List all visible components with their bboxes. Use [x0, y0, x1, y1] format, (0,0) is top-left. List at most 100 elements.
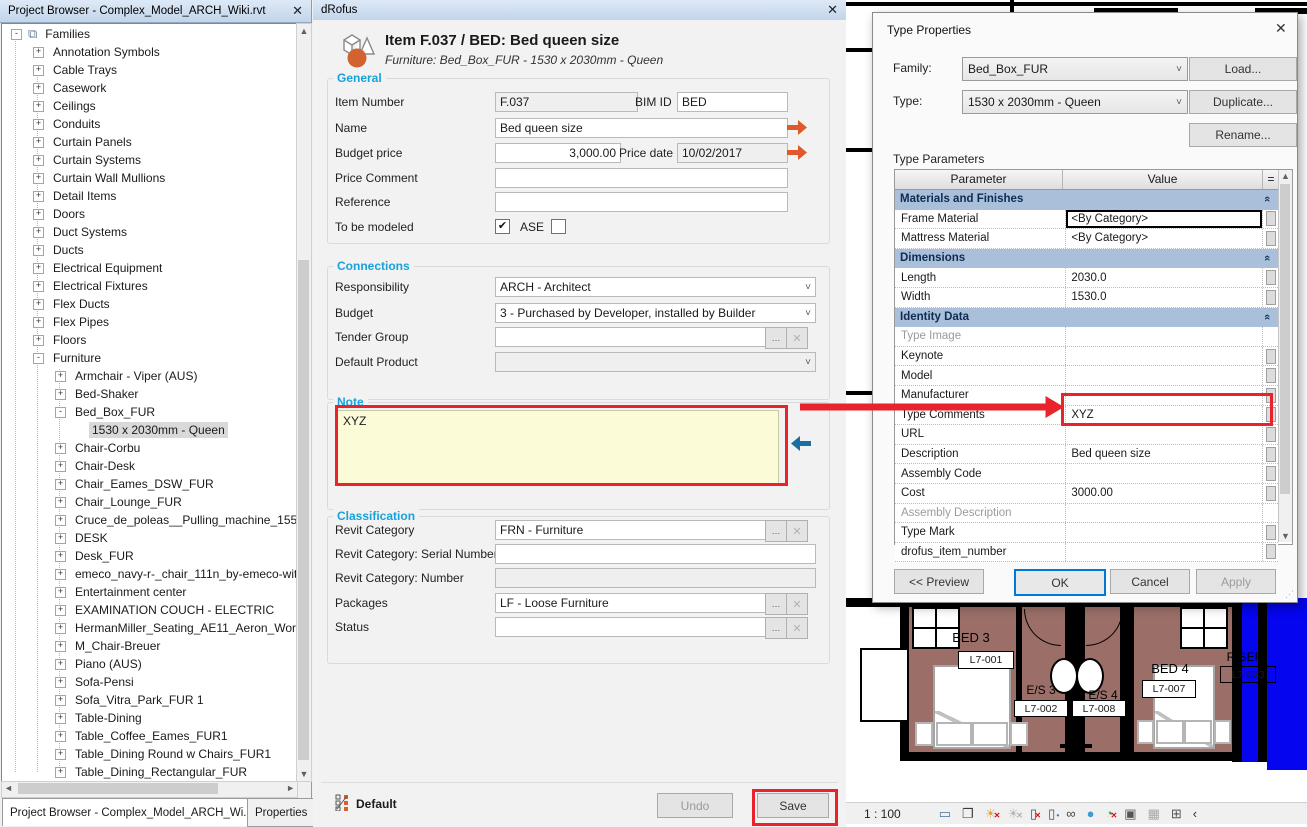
tree-item-bed-box-fur[interactable]: -Bed_Box_FUR: [55, 403, 158, 421]
tree-item-table-dining[interactable]: +Table-Dining: [55, 709, 145, 727]
family-select[interactable]: Bed_Box_FUR ˅: [962, 57, 1188, 81]
bim-id-field[interactable]: BED: [677, 92, 788, 112]
expand-icon[interactable]: +: [33, 335, 44, 346]
expand-icon[interactable]: +: [33, 317, 44, 328]
column-associate[interactable]: =: [1263, 170, 1279, 189]
item-number-field[interactable]: F.037: [495, 92, 638, 112]
param-value[interactable]: [1065, 523, 1262, 542]
param-section-dimensions[interactable]: Dimensions«: [895, 249, 1278, 269]
category-number-field[interactable]: [495, 568, 816, 588]
associate-parameter-button[interactable]: [1266, 270, 1276, 285]
scroll-down-icon[interactable]: ▼: [297, 768, 311, 780]
tree-item-ceilings[interactable]: +Ceilings: [33, 97, 99, 115]
to-be-modeled-checkbox[interactable]: ✔: [495, 219, 510, 234]
resize-grip[interactable]: ⋰: [1285, 589, 1295, 600]
associate-parameter-button[interactable]: [1266, 525, 1276, 540]
tree-item-desk[interactable]: +DESK: [55, 529, 111, 547]
tree-item-entertainment-center[interactable]: +Entertainment center: [55, 583, 189, 601]
temporary-hide-isolate-icon[interactable]: ∞: [1066, 807, 1075, 821]
tree-item-floors[interactable]: +Floors: [33, 331, 89, 349]
budget-select[interactable]: 3 - Purchased by Developer, installed by…: [495, 303, 816, 323]
expand-icon[interactable]: +: [55, 767, 66, 778]
param-section-identity-data[interactable]: Identity Data«: [895, 308, 1278, 328]
tree-item-1530-x-2030mm-queen[interactable]: 1530 x 2030mm - Queen: [89, 421, 228, 439]
expand-icon[interactable]: +: [55, 659, 66, 670]
tree-item-families[interactable]: -⧉Families: [11, 25, 93, 43]
expand-icon[interactable]: +: [33, 209, 44, 220]
sun-path-icon[interactable]: ☀✕: [985, 807, 997, 821]
room-tag[interactable]: L7-023: [1220, 666, 1276, 683]
param-value[interactable]: [1065, 425, 1262, 444]
expand-icon[interactable]: +: [55, 551, 66, 562]
expand-icon[interactable]: +: [33, 101, 44, 112]
tree-item-hermanmiller-seating-ae11-aeron-work[interactable]: +HermanMiller_Seating_AE11_Aeron_Work(: [55, 619, 298, 637]
associate-parameter-button[interactable]: [1266, 466, 1276, 481]
budget-price-field[interactable]: 3,000.00: [495, 143, 621, 163]
tree-item-examination-couch-electric[interactable]: +EXAMINATION COUCH - ELECTRIC: [55, 601, 277, 619]
worksharing-display-icon[interactable]: ◔✕: [1105, 807, 1113, 821]
shadows-icon[interactable]: ☀✕: [1007, 807, 1019, 821]
tree-item-sofa-vitra-park-fur-1[interactable]: +Sofa_Vitra_Park_FUR 1: [55, 691, 207, 709]
expand-icon[interactable]: +: [33, 119, 44, 130]
expand-icon[interactable]: +: [55, 731, 66, 742]
tree-item-chair-corbu[interactable]: +Chair-Corbu: [55, 439, 143, 457]
collapse-chevron-icon[interactable]: «: [1261, 255, 1273, 261]
default-product-select[interactable]: ˅: [495, 352, 816, 372]
tree-item-desk-fur[interactable]: +Desk_FUR: [55, 547, 137, 565]
reference-field[interactable]: [495, 192, 788, 212]
tree-item-bed-shaker[interactable]: +Bed-Shaker: [55, 385, 141, 403]
param-value[interactable]: [1065, 347, 1262, 366]
undo-button[interactable]: Undo: [657, 793, 733, 818]
tab-project-browser[interactable]: Project Browser - Complex_Model_ARCH_Wi.…: [2, 798, 261, 826]
associate-parameter-button[interactable]: [1266, 544, 1276, 559]
drofus-titlebar[interactable]: dRofus ✕: [313, 0, 846, 21]
ase-checkbox[interactable]: [551, 219, 566, 234]
tree-item-sofa-pensi[interactable]: +Sofa-Pensi: [55, 673, 137, 691]
expand-icon[interactable]: +: [33, 245, 44, 256]
tree-item-flex-pipes[interactable]: +Flex Pipes: [33, 313, 112, 331]
tree-item-conduits[interactable]: +Conduits: [33, 115, 103, 133]
tree-item-casework[interactable]: +Casework: [33, 79, 109, 97]
revit-category-browse-button[interactable]: …: [765, 520, 787, 542]
tree-item-detail-items[interactable]: +Detail Items: [33, 187, 119, 205]
status-clear-button[interactable]: ✕: [786, 617, 808, 639]
tree-vertical-scrollbar[interactable]: ▲ ▼: [296, 23, 312, 782]
tree-item-doors[interactable]: +Doors: [33, 205, 88, 223]
expand-icon[interactable]: +: [33, 83, 44, 94]
room-tag[interactable]: L7-002: [1014, 700, 1068, 717]
close-icon[interactable]: ✕: [827, 2, 838, 18]
param-value[interactable]: 1530.0: [1065, 288, 1262, 307]
collapse-icon[interactable]: -: [11, 29, 22, 40]
expand-icon[interactable]: +: [55, 443, 66, 454]
ok-button[interactable]: OK: [1014, 569, 1106, 596]
reveal-hidden-elements-icon[interactable]: ●: [1087, 807, 1095, 821]
expand-icon[interactable]: +: [55, 533, 66, 544]
status-browse-button[interactable]: …: [765, 617, 787, 639]
expand-icon[interactable]: +: [55, 623, 66, 634]
param-section-materials-and-finishes[interactable]: Materials and Finishes«: [895, 190, 1278, 210]
tab-properties[interactable]: Properties: [247, 798, 323, 827]
param-value[interactable]: [1065, 327, 1262, 346]
expand-icon[interactable]: +: [55, 605, 66, 616]
scroll-down-icon[interactable]: ▼: [1279, 530, 1292, 542]
tender-group-browse-button[interactable]: …: [765, 327, 787, 349]
param-value[interactable]: [1065, 504, 1262, 523]
expand-icon[interactable]: +: [55, 587, 66, 598]
expand-icon[interactable]: +: [55, 695, 66, 706]
collapse-chevron-icon[interactable]: «: [1261, 314, 1273, 320]
param-value[interactable]: <By Category>: [1065, 210, 1262, 229]
associate-parameter-button[interactable]: [1266, 427, 1276, 442]
expand-icon[interactable]: +: [55, 371, 66, 382]
expand-icon[interactable]: +: [33, 137, 44, 148]
serial-number-field[interactable]: [495, 544, 816, 564]
tree-item-m-chair-breuer[interactable]: +M_Chair-Breuer: [55, 637, 163, 655]
revit-category-clear-button[interactable]: ✕: [786, 520, 808, 542]
close-icon[interactable]: ✕: [1275, 20, 1287, 37]
packages-clear-button[interactable]: ✕: [786, 593, 808, 615]
responsibility-select[interactable]: ARCH - Architect ˅: [495, 277, 816, 297]
expand-icon[interactable]: +: [33, 65, 44, 76]
param-value[interactable]: 2030.0: [1065, 268, 1262, 287]
tree-item-table-dining-round-w-chairs-fur1[interactable]: +Table_Dining Round w Chairs_FUR1: [55, 745, 274, 763]
associate-parameter-button[interactable]: [1266, 290, 1276, 305]
tree-item-piano-aus[interactable]: +Piano (AUS): [55, 655, 145, 673]
